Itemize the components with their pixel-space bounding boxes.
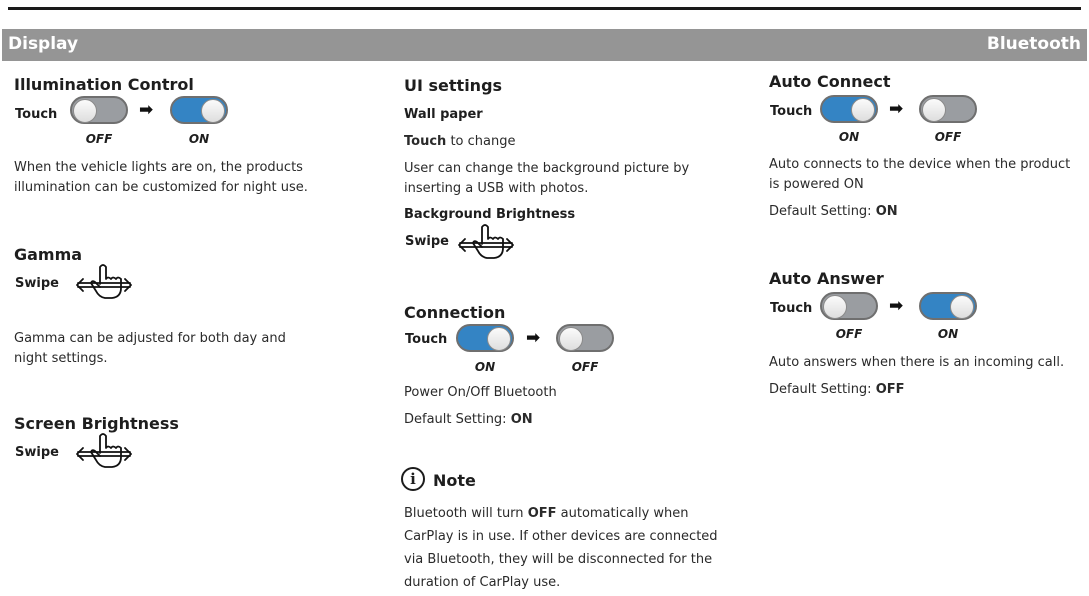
illumination-toggle-on[interactable] [170, 96, 228, 124]
auto-connect-title: Auto Connect [769, 72, 891, 91]
connection-toggle-on[interactable] [456, 324, 514, 352]
default-setting-value: ON [510, 412, 533, 427]
touch-to-change: Touch to change [404, 132, 515, 152]
illumination-touch-label: Touch [15, 107, 58, 122]
auto-answer-on-label: ON [937, 327, 959, 341]
auto-answer-description: Auto answers when there is an incoming c… [769, 355, 1065, 370]
bluetooth-section-title: Bluetooth [986, 34, 1081, 54]
connection-description: Power On/Off Bluetooth [404, 385, 557, 400]
swipe-hand-icon[interactable] [454, 220, 518, 260]
swipe-hand-icon[interactable] [72, 429, 136, 469]
default-setting-prefix: Default Setting: [404, 412, 507, 427]
connection-touch-label: Touch [405, 332, 448, 347]
auto-connect-touch-label: Touch [770, 104, 813, 119]
auto-answer-touch-label: Touch [770, 301, 813, 316]
connection-off-label: OFF [571, 360, 599, 374]
info-icon: i [401, 467, 425, 491]
toggle-knob [950, 295, 974, 319]
toggle-knob [559, 327, 583, 351]
toggle-knob [201, 99, 225, 123]
toggle-knob [823, 295, 847, 319]
connection-title: Connection [404, 303, 506, 322]
auto-answer-title: Auto Answer [769, 269, 884, 288]
illumination-control-title: Illumination Control [14, 75, 194, 94]
wallpaper-description: User can change the background picture b… [404, 161, 690, 196]
auto-connect-on-label: ON [838, 130, 860, 144]
note-text: Bluetooth will turn OFF automatically wh… [404, 502, 722, 594]
toggle-knob [851, 98, 875, 122]
note-text-bold: OFF [527, 506, 557, 521]
connection-default-setting: Default Setting: ON [404, 410, 533, 430]
background-brightness-swipe-label: Swipe [405, 234, 449, 249]
auto-connect-off-label: OFF [934, 130, 962, 144]
touch-action-label: Touch [404, 134, 447, 149]
default-setting-value: OFF [875, 382, 905, 397]
illumination-toggle-off[interactable] [70, 96, 128, 124]
swipe-hand-icon[interactable] [72, 260, 136, 300]
toggle-knob [922, 98, 946, 122]
gamma-description: Gamma can be adjusted for both day and n… [14, 331, 286, 366]
display-section-title: Display [8, 34, 79, 54]
auto-answer-toggle-off[interactable] [820, 292, 878, 320]
auto-answer-off-label: OFF [835, 327, 863, 341]
auto-answer-default-setting: Default Setting: OFF [769, 380, 905, 400]
illumination-on-label: ON [188, 132, 210, 146]
auto-answer-toggle-on[interactable] [919, 292, 977, 320]
top-rule [8, 7, 1081, 10]
ui-settings-title: UI settings [404, 76, 503, 95]
gamma-swipe-label: Swipe [15, 276, 59, 291]
illumination-description: When the vehicle lights are on, the prod… [14, 160, 308, 195]
right-arrow-icon: ➡ [889, 99, 904, 119]
auto-connect-toggle-off[interactable] [919, 95, 977, 123]
section-header-bar: Display Bluetooth [2, 29, 1087, 61]
toggle-knob [487, 327, 511, 351]
auto-connect-description: Auto connects to the device when the pro… [769, 157, 1071, 192]
default-setting-prefix: Default Setting: [769, 204, 872, 219]
note-text-before: Bluetooth will turn [404, 506, 524, 521]
default-setting-prefix: Default Setting: [769, 382, 872, 397]
right-arrow-icon: ➡ [889, 296, 904, 316]
toggle-knob [73, 99, 97, 123]
default-setting-value: ON [875, 204, 898, 219]
note-title: Note [433, 471, 476, 490]
connection-toggle-off[interactable] [556, 324, 614, 352]
auto-connect-default-setting: Default Setting: ON [769, 202, 898, 222]
screen-brightness-swipe-label: Swipe [15, 445, 59, 460]
touch-to-change-text: to change [450, 134, 516, 149]
auto-connect-toggle-on[interactable] [820, 95, 878, 123]
wallpaper-label: Wall paper [404, 107, 483, 122]
right-arrow-icon: ➡ [139, 100, 154, 120]
connection-on-label: ON [474, 360, 496, 374]
right-arrow-icon: ➡ [526, 328, 541, 348]
illumination-off-label: OFF [85, 132, 113, 146]
